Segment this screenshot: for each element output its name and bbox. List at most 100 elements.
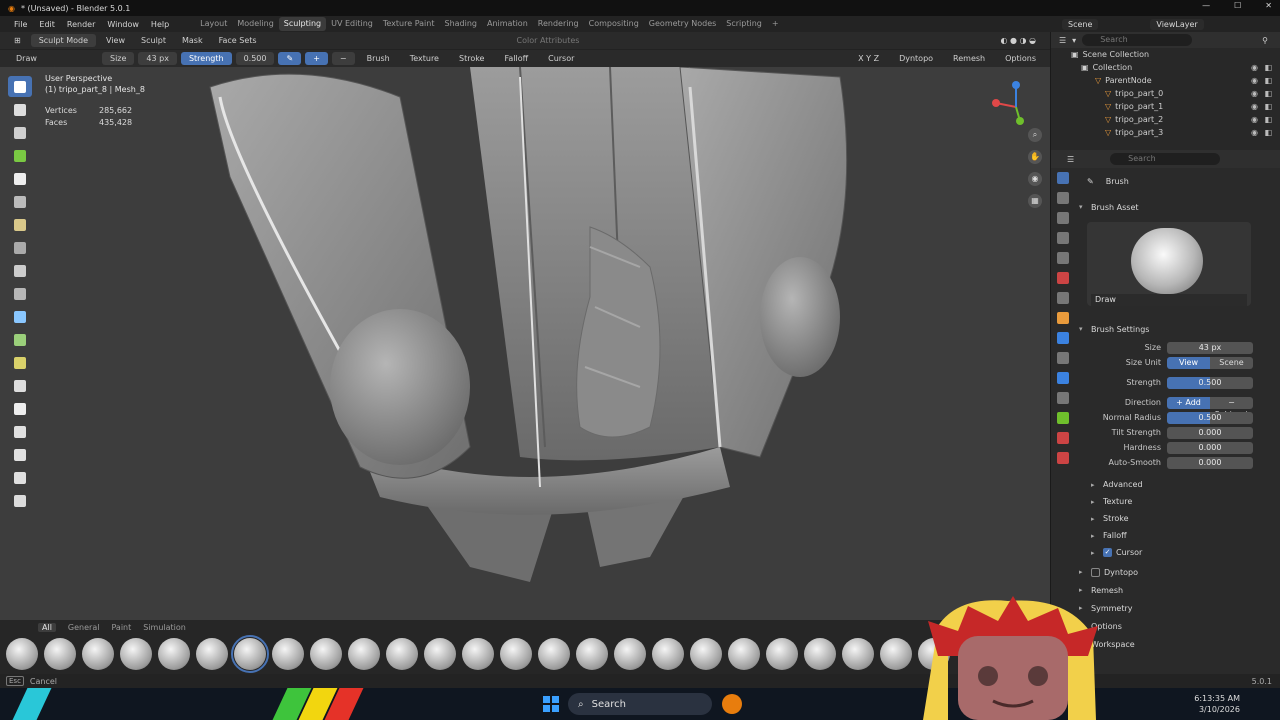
- system-clock[interactable]: 6:13:35 AM 3/10/2026: [1194, 693, 1240, 715]
- subsection-stroke[interactable]: ▸ Stroke: [1079, 510, 1275, 527]
- shelf-tab-general[interactable]: General: [68, 623, 100, 632]
- transform-tool[interactable]: [8, 467, 32, 488]
- outliner-row-object[interactable]: ▽ tripo_part_3 ◉ ◧: [1051, 126, 1280, 139]
- brush-preview[interactable]: Draw: [1087, 222, 1251, 306]
- menu-falloff[interactable]: Falloff: [496, 54, 536, 63]
- auto-smooth-field[interactable]: 0.000: [1167, 456, 1253, 469]
- shelf-tab-all[interactable]: All: [38, 622, 56, 632]
- menu-file[interactable]: File: [8, 20, 33, 29]
- render-tab-icon[interactable]: [1057, 192, 1069, 204]
- edit-face-set-tool[interactable]: [8, 329, 32, 350]
- tab-sculpting[interactable]: Sculpting: [278, 17, 327, 31]
- menu-brush[interactable]: Brush: [359, 54, 398, 63]
- 3d-viewport[interactable]: User Perspective (1) tripo_part_8 | Mesh…: [0, 67, 1050, 620]
- view-layer-field[interactable]: ViewLayer: [1150, 18, 1204, 30]
- draw-brush-tool[interactable]: [8, 76, 32, 97]
- physics-tab-icon[interactable]: [1057, 372, 1069, 384]
- collection-tab-icon[interactable]: [1057, 292, 1069, 304]
- camera-view-icon[interactable]: ◉: [1028, 172, 1042, 186]
- world-tab-icon[interactable]: [1057, 272, 1069, 284]
- brush-preset-icon[interactable]: [690, 638, 722, 670]
- checkbox-icon[interactable]: ✓: [1103, 548, 1112, 557]
- menu-cursor[interactable]: Cursor: [540, 54, 582, 63]
- brush-preset-icon[interactable]: [424, 638, 456, 670]
- panel-remesh[interactable]: ▸ Remesh: [1079, 581, 1275, 599]
- minimize-icon[interactable]: —: [1202, 1, 1210, 10]
- brush-preset-icon[interactable]: [272, 638, 304, 670]
- color-filter-tool[interactable]: [8, 306, 32, 327]
- panel-symmetry[interactable]: ▸ Symmetry: [1079, 599, 1275, 617]
- pan-hand-icon[interactable]: ✋: [1028, 150, 1042, 164]
- tab-shading[interactable]: Shading: [439, 17, 482, 31]
- brush-preset-icon[interactable]: [196, 638, 228, 670]
- menu-texture[interactable]: Texture: [402, 54, 447, 63]
- tool-tab-icon[interactable]: [1057, 172, 1069, 184]
- outliner-row-collection[interactable]: ▣ Collection ◉ ◧: [1051, 61, 1280, 74]
- brush-preset-icon[interactable]: [44, 638, 76, 670]
- brush-preset-icon[interactable]: [462, 638, 494, 670]
- grab-tool[interactable]: [8, 122, 32, 143]
- tab-texture-paint[interactable]: Texture Paint: [378, 17, 440, 31]
- size-unit-scene[interactable]: Scene: [1210, 356, 1253, 369]
- view-layer-tab-icon[interactable]: [1057, 232, 1069, 244]
- project-tool[interactable]: [8, 237, 32, 258]
- texture-tab-icon[interactable]: [1057, 452, 1069, 464]
- brush-preset-icon[interactable]: [386, 638, 418, 670]
- outliner-row-object[interactable]: ▽ tripo_part_0 ◉ ◧: [1051, 87, 1280, 100]
- menu-dyntopo[interactable]: Dyntopo: [891, 54, 941, 63]
- trim-tool[interactable]: [8, 214, 32, 235]
- annotate-tool[interactable]: [8, 490, 32, 511]
- outliner-row-object[interactable]: ▽ tripo_part_1 ◉ ◧: [1051, 100, 1280, 113]
- scene-tab-icon[interactable]: [1057, 252, 1069, 264]
- panel-options[interactable]: ▸ Options: [1079, 617, 1275, 635]
- line-tool[interactable]: [8, 99, 32, 120]
- blender-taskbar-icon[interactable]: [722, 694, 742, 714]
- outliner-row-parentnode[interactable]: ▽ ParentNode ◉ ◧: [1051, 74, 1280, 87]
- particles-tab-icon[interactable]: [1057, 352, 1069, 364]
- editor-type-icon[interactable]: ⊞: [8, 36, 27, 45]
- symmetry-axes[interactable]: X Y Z: [850, 54, 887, 63]
- brush-preset-icon[interactable]: [82, 638, 114, 670]
- zoom-view-tool[interactable]: [8, 375, 32, 396]
- constraints-tab-icon[interactable]: [1057, 392, 1069, 404]
- render-camera-icon[interactable]: ◧: [1264, 128, 1272, 137]
- visibility-eye-icon[interactable]: ◉: [1251, 128, 1258, 137]
- menu-stroke[interactable]: Stroke: [451, 54, 493, 63]
- properties-search-input[interactable]: Search: [1110, 153, 1221, 165]
- strength-slider[interactable]: 0.500: [1167, 376, 1253, 389]
- brush-preset-icon[interactable]: [538, 638, 570, 670]
- tab-modeling[interactable]: Modeling: [232, 17, 278, 31]
- zoom-icon[interactable]: ⌕: [1028, 128, 1042, 142]
- scene-field[interactable]: Scene: [1062, 18, 1099, 30]
- brush-preset-icon[interactable]: [231, 635, 269, 673]
- cloth-filter-tool[interactable]: [8, 283, 32, 304]
- menu-window[interactable]: Window: [101, 20, 145, 29]
- menu-face-sets[interactable]: Face Sets: [213, 36, 263, 45]
- checkbox-icon[interactable]: [1091, 567, 1100, 577]
- size-field[interactable]: 43 px: [1167, 341, 1253, 354]
- brush-preset-icon[interactable]: [728, 638, 760, 670]
- render-camera-icon[interactable]: ◧: [1264, 102, 1272, 111]
- mask-box-tool[interactable]: [8, 168, 32, 189]
- tab-scripting[interactable]: Scripting: [721, 17, 767, 31]
- maximize-icon[interactable]: ☐: [1234, 1, 1241, 10]
- shelf-tab-paint[interactable]: Paint: [111, 623, 131, 632]
- visibility-eye-icon[interactable]: ◉: [1251, 102, 1258, 111]
- brush-preset-icon[interactable]: [880, 638, 912, 670]
- add-direction-icon[interactable]: +: [305, 52, 328, 65]
- outliner-row-object[interactable]: ▽ tripo_part_2 ◉ ◧: [1051, 113, 1280, 126]
- material-tab-icon[interactable]: [1057, 432, 1069, 444]
- tilt-strength-slider[interactable]: 0.000: [1167, 426, 1253, 439]
- brush-preset-icon[interactable]: [766, 638, 798, 670]
- modifier-tab-icon[interactable]: [1057, 332, 1069, 344]
- shading-modes-icon[interactable]: ◐ ● ◑ ◒: [994, 36, 1050, 45]
- data-tab-icon[interactable]: [1057, 412, 1069, 424]
- move-tool[interactable]: [8, 398, 32, 419]
- subsection-cursor[interactable]: ▸ ✓ Cursor: [1079, 544, 1275, 561]
- tab-rendering[interactable]: Rendering: [533, 17, 584, 31]
- grid-view-icon[interactable]: ▦: [1028, 194, 1042, 208]
- tab-uv-editing[interactable]: UV Editing: [326, 17, 378, 31]
- menu-help[interactable]: Help: [145, 20, 175, 29]
- brush-preset-icon[interactable]: [804, 638, 836, 670]
- render-camera-icon[interactable]: ◧: [1264, 89, 1272, 98]
